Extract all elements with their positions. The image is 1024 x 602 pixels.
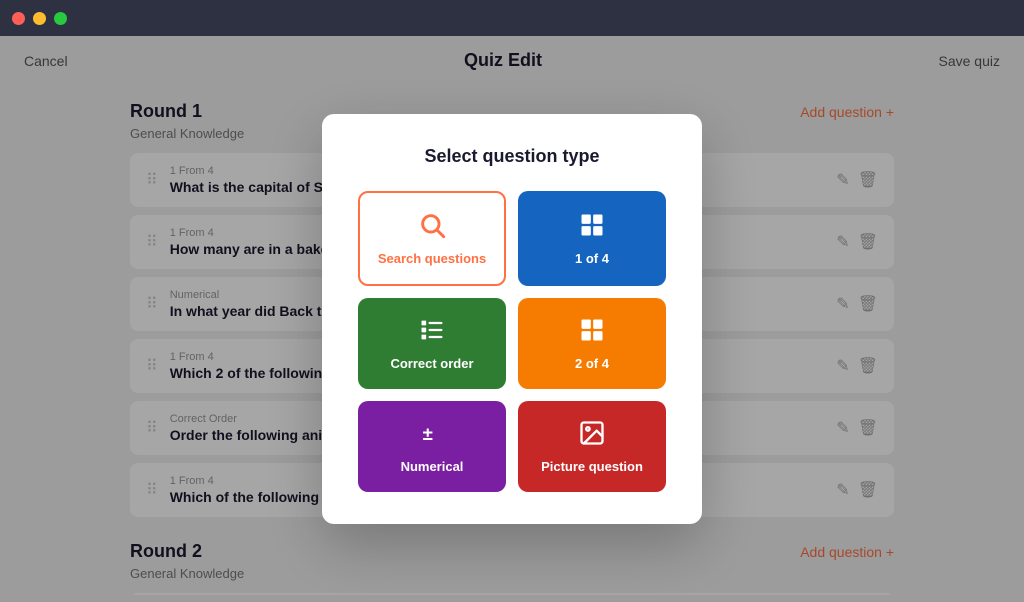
picture-question-button[interactable]: Picture question <box>518 401 666 492</box>
grid-icon <box>578 211 606 243</box>
titlebar <box>0 0 1024 36</box>
minimize-button[interactable] <box>33 12 46 25</box>
select-question-type-modal: Select question type Search questions <box>322 114 702 524</box>
close-button[interactable] <box>12 12 25 25</box>
image-icon <box>578 419 606 451</box>
two-of-four-label: 2 of 4 <box>575 356 609 371</box>
search-questions-label: Search questions <box>378 251 486 266</box>
list-icon <box>418 316 446 348</box>
search-questions-button[interactable]: Search questions <box>358 191 506 286</box>
app-body: Cancel Quiz Edit Save quiz Round 1 Add q… <box>0 36 1024 602</box>
correct-order-label: Correct order <box>390 356 473 371</box>
numerical-label: Numerical <box>401 459 464 474</box>
maximize-button[interactable] <box>54 12 67 25</box>
modal-overlay[interactable]: Select question type Search questions <box>0 36 1024 602</box>
modal-title: Select question type <box>358 146 666 167</box>
grid2-icon <box>578 316 606 348</box>
plus-minus-icon: ± <box>418 419 446 451</box>
two-of-four-button[interactable]: 2 of 4 <box>518 298 666 389</box>
correct-order-button[interactable]: Correct order <box>358 298 506 389</box>
search-icon <box>418 211 446 243</box>
svg-text:±: ± <box>423 423 433 444</box>
one-of-four-button[interactable]: 1 of 4 <box>518 191 666 286</box>
modal-grid: Search questions 1 of 4 <box>358 191 666 492</box>
numerical-button[interactable]: ± Numerical <box>358 401 506 492</box>
picture-question-label: Picture question <box>541 459 643 474</box>
one-of-four-label: 1 of 4 <box>575 251 609 266</box>
